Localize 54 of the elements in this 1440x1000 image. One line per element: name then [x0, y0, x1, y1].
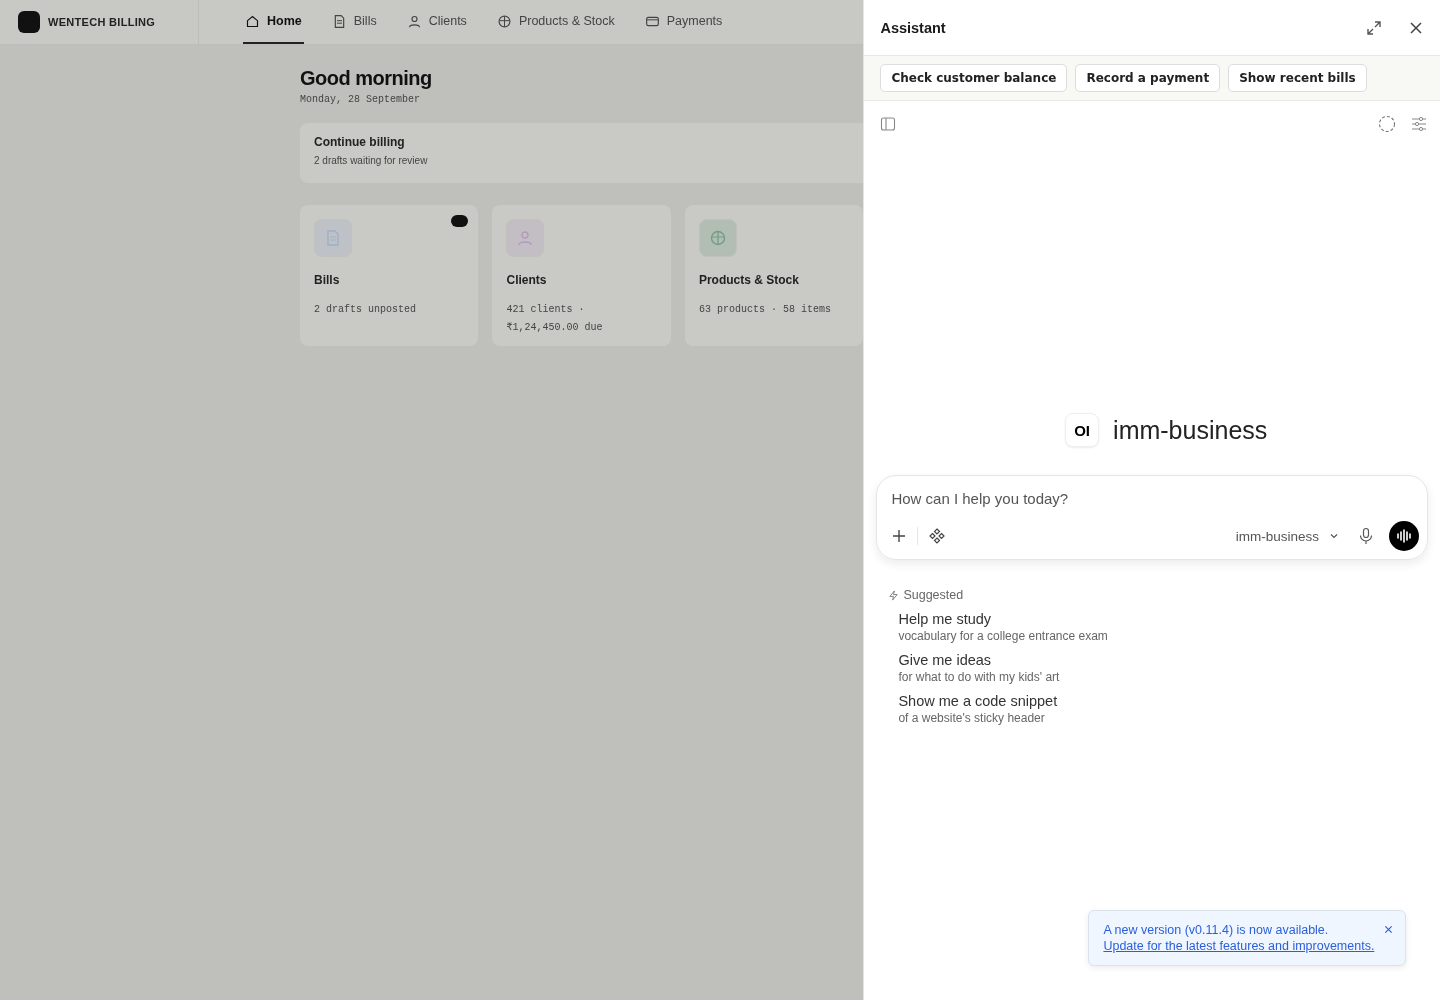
brand-name: WENTECH BILLING: [48, 16, 156, 28]
microphone-icon[interactable]: [1357, 527, 1375, 545]
banner-subtitle: 2 drafts waiting for review: [314, 155, 429, 166]
summary-card[interactable]: Products & Stock 63 products · 58 items: [684, 205, 864, 346]
plus-icon[interactable]: [891, 528, 908, 544]
quick-action-button[interactable]: Record a payment: [1075, 64, 1221, 92]
model-logo: OI: [1065, 413, 1100, 447]
panel-title: Assistant: [880, 19, 946, 36]
close-icon[interactable]: [1408, 19, 1424, 36]
dashed-circle-icon[interactable]: [1378, 115, 1396, 133]
card-title: Bills: [314, 273, 341, 287]
nav-tab[interactable]: Payments: [642, 0, 725, 44]
lightning-icon: [888, 589, 900, 601]
nav-tab[interactable]: Bills: [329, 0, 379, 44]
suggested-label: Suggested: [903, 588, 964, 602]
suggestion-detail: for what to do with my kids' art: [898, 670, 1061, 684]
card-detail: 421 clients · ₹1,24,450.00 due: [506, 303, 604, 335]
summary-card[interactable]: Bills 2 drafts unposted: [300, 205, 479, 346]
nav-tab[interactable]: Products & Stock: [494, 0, 617, 44]
quick-action-button[interactable]: Check customer balance: [880, 64, 1068, 92]
house-icon: [245, 13, 260, 29]
sidebar-toggle-icon[interactable]: [880, 116, 897, 132]
card-title: Products & Stock: [698, 273, 800, 287]
close-icon[interactable]: [1384, 925, 1394, 934]
voice-button[interactable]: [1389, 521, 1419, 551]
update-message: A new version (v0.11.4) is now available. Update for the latest features and improvements.: [1103, 922, 1376, 954]
expand-icon[interactable]: [1366, 19, 1382, 36]
summary-card[interactable]: Clients 421 clients · ₹1,24,450.00 due: [492, 205, 671, 346]
suggestion-detail: vocabulary for a college entrance exam: [898, 629, 1109, 643]
nav-tab[interactable]: Home: [243, 0, 304, 44]
suggestion-detail: of a website's sticky header: [898, 711, 1046, 725]
suggestion-title[interactable]: Show me a code snippet: [898, 693, 1418, 709]
date-text: Monday, 28 September: [300, 94, 422, 105]
chat-input[interactable]: How can I help you today? imm-business: [876, 475, 1428, 560]
chevron-down-icon: [1329, 531, 1339, 541]
suggestion-title[interactable]: Give me ideas: [898, 652, 1418, 668]
quick-action-button[interactable]: Show recent bills: [1228, 64, 1367, 92]
waveform-icon: [1395, 527, 1413, 545]
card-detail: 63 products · 58 items: [698, 303, 832, 317]
suggestion-title[interactable]: Help me study: [898, 611, 1418, 627]
model-selector[interactable]: imm-business: [1235, 528, 1339, 544]
greeting-heading: Good morning: [300, 67, 433, 90]
globe-icon: [496, 13, 512, 29]
banner-card[interactable]: Continue billing 2 drafts waiting for review: [300, 123, 864, 183]
logo-icon: [18, 11, 40, 33]
nav-tab[interactable]: Clients: [404, 0, 469, 44]
model-name: imm-business: [1113, 415, 1268, 445]
banner-title: Continue billing: [314, 135, 406, 149]
update-link[interactable]: Update for the latest features and improvements.: [1103, 939, 1375, 953]
settings-sliders-icon[interactable]: [1410, 115, 1428, 133]
person-icon: [406, 13, 422, 29]
card-title: Clients: [506, 273, 548, 287]
tools-icon[interactable]: [928, 527, 947, 545]
card-detail: 2 drafts unposted: [314, 303, 418, 317]
